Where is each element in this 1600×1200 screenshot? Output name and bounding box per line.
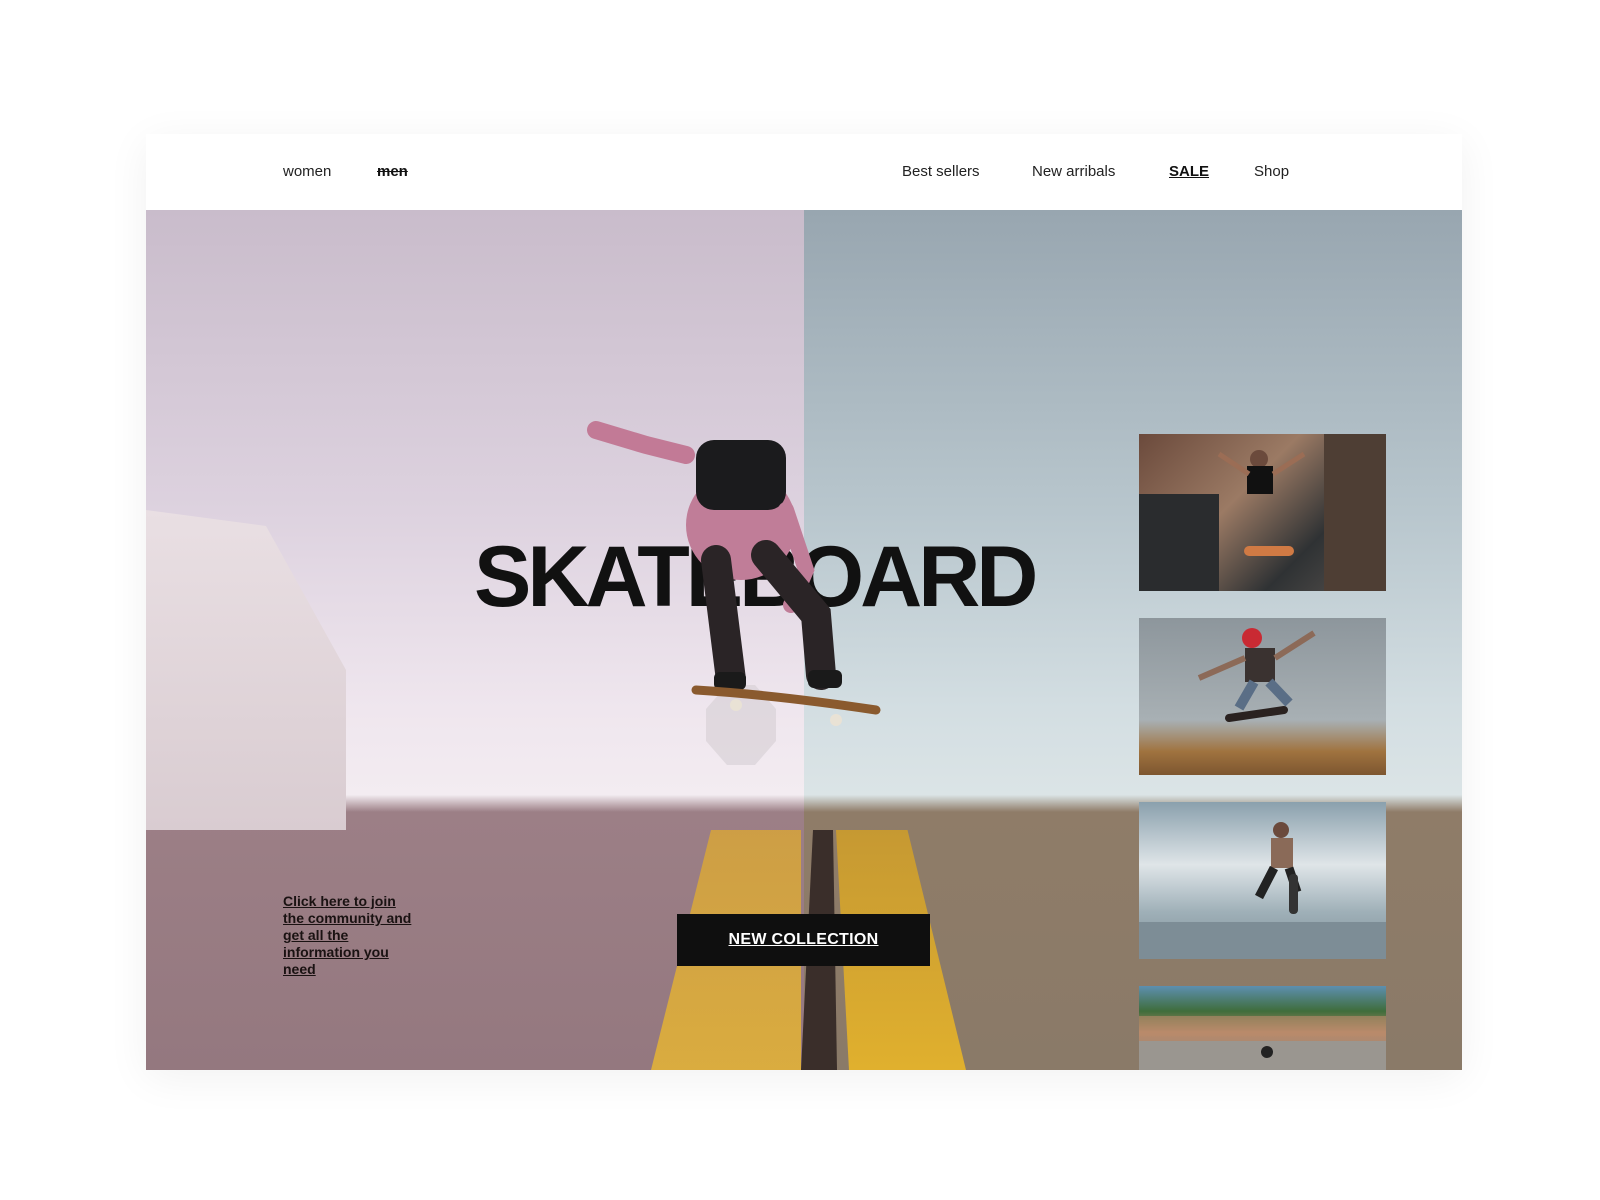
thumbnail-street-skater[interactable] <box>1139 434 1386 591</box>
street-skater-photo <box>1139 434 1386 591</box>
thumbnail-bowl-skater[interactable] <box>1139 802 1386 959</box>
nav-women[interactable]: women <box>283 163 331 180</box>
nav-shop[interactable]: Shop <box>1254 163 1289 180</box>
thumbnail-skatepark-crowd[interactable] <box>1139 986 1386 1070</box>
skater-image <box>587 421 881 726</box>
page-frame: women men Best sellers New arribals SALE… <box>146 134 1462 1070</box>
hero-section: SKATEBOARD Click here to join the commun… <box>146 210 1462 1070</box>
nav-best-sellers[interactable]: Best sellers <box>902 163 980 180</box>
nav-sale[interactable]: SALE <box>1169 163 1209 180</box>
bowl-skater-photo <box>1139 822 1386 959</box>
skatepark-crowd-photo <box>1139 1016 1386 1070</box>
top-nav: women men Best sellers New arribals SALE… <box>146 134 1462 210</box>
nav-men[interactable]: men <box>377 163 408 180</box>
red-cap-skater-photo <box>1197 628 1316 722</box>
new-collection-button[interactable]: NEW COLLECTION <box>677 914 930 966</box>
thumbnail-red-cap-skater[interactable] <box>1139 618 1386 775</box>
join-community-link[interactable]: Click here to join the community and get… <box>283 893 413 978</box>
nav-new-arrivals[interactable]: New arribals <box>1032 163 1115 180</box>
